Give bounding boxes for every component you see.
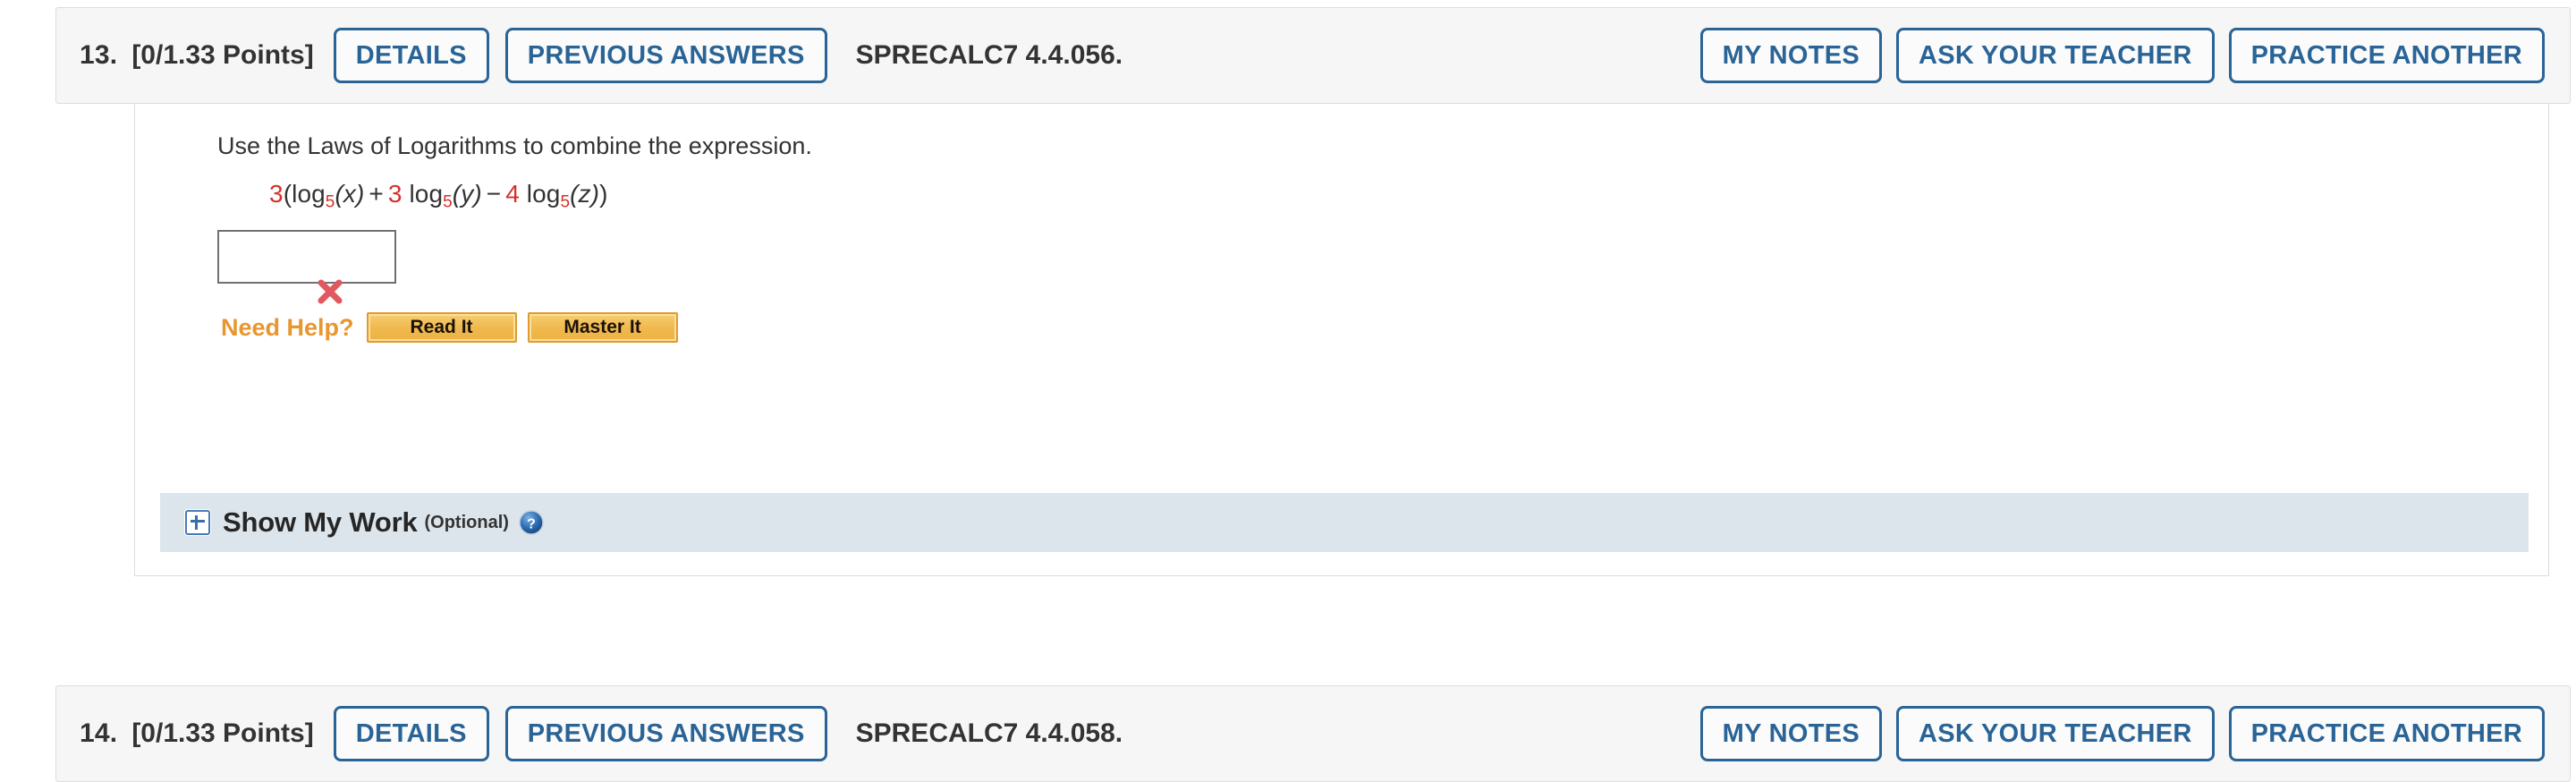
next-my-notes-button[interactable]: MY NOTES	[1699, 706, 1883, 761]
next-header-buttons-left: DETAILS PREVIOUS ANSWERS	[333, 706, 827, 761]
header-buttons-right: MY NOTES ASK YOUR TEACHER PRACTICE ANOTH…	[1699, 28, 2545, 83]
next-previous-answers-button[interactable]: PREVIOUS ANSWERS	[504, 706, 827, 761]
next-question-points: [0/1.33 Points]	[131, 718, 314, 748]
previous-answers-button[interactable]: PREVIOUS ANSWERS	[504, 28, 827, 83]
svg-text:?: ?	[527, 517, 536, 532]
plus-box-icon[interactable]	[185, 510, 210, 535]
next-question-number: 14.	[80, 718, 118, 748]
expr-base2: 5	[443, 192, 453, 212]
practice-another-button[interactable]: PRACTICE ANOTHER	[2228, 28, 2545, 83]
expr-base1: 5	[325, 192, 335, 212]
x-mark-incorrect-icon	[318, 279, 343, 304]
question-prompt: Use the Laws of Logarithms to combine th…	[217, 132, 812, 159]
expr-log2: log	[409, 180, 444, 208]
question-source: SPRECALC7 4.4.056.	[855, 40, 1123, 70]
question-number: 13.	[80, 40, 118, 70]
header-buttons-left: DETAILS PREVIOUS ANSWERS	[333, 28, 827, 83]
next-question-header: 14. [0/1.33 Points] DETAILS PREVIOUS ANS…	[55, 685, 2571, 782]
show-my-work-title: Show My Work	[223, 506, 418, 538]
expr-arg1: (x)	[335, 180, 365, 208]
expr-base3: 5	[560, 192, 571, 212]
show-my-work-bar[interactable]: Show My Work (Optional) ?	[160, 493, 2529, 552]
expr-outer-coefficient: 3	[269, 180, 284, 208]
expr-close-paren: )	[599, 180, 608, 208]
ask-your-teacher-button[interactable]: ASK YOUR TEACHER	[1896, 28, 2215, 83]
my-notes-button[interactable]: MY NOTES	[1699, 28, 1883, 83]
need-help-label: Need Help?	[221, 313, 354, 341]
math-expression: 3(log5(x) +3 log5(y) −4 log5(z))	[269, 180, 2548, 212]
question-points: [0/1.33 Points]	[131, 40, 314, 70]
read-it-button[interactable]: Read It	[366, 312, 517, 344]
next-practice-another-button[interactable]: PRACTICE ANOTHER	[2228, 706, 2545, 761]
answer-input[interactable]	[217, 230, 396, 285]
next-details-button[interactable]: DETAILS	[333, 706, 489, 761]
expr-open-paren: (	[283, 180, 292, 208]
expr-coef2: 3	[387, 180, 402, 208]
answer-row	[135, 230, 2548, 304]
need-help-row: Need Help? Read It Master It	[221, 312, 2548, 344]
question-header: 13. [0/1.33 Points] DETAILS PREVIOUS ANS…	[55, 7, 2571, 104]
expr-op2: −	[486, 180, 502, 208]
show-my-work-optional-label: (Optional)	[424, 512, 509, 532]
expr-arg3: (z)	[570, 180, 600, 208]
question-mark-help-icon[interactable]: ?	[519, 510, 544, 535]
master-it-button[interactable]: Master It	[527, 312, 678, 344]
question-body: Use the Laws of Logarithms to combine th…	[134, 104, 2549, 576]
next-ask-your-teacher-button[interactable]: ASK YOUR TEACHER	[1896, 706, 2215, 761]
expr-log1: log	[292, 180, 326, 208]
details-button[interactable]: DETAILS	[333, 28, 489, 83]
expr-coef3: 4	[505, 180, 520, 208]
next-header-buttons-right: MY NOTES ASK YOUR TEACHER PRACTICE ANOTH…	[1699, 706, 2545, 761]
question-card: 13. [0/1.33 Points] DETAILS PREVIOUS ANS…	[55, 7, 2571, 576]
expr-arg2: (y)	[452, 180, 482, 208]
expr-log3: log	[526, 180, 561, 208]
next-question-source: SPRECALC7 4.4.058.	[855, 718, 1123, 748]
expr-op1: +	[369, 180, 384, 208]
